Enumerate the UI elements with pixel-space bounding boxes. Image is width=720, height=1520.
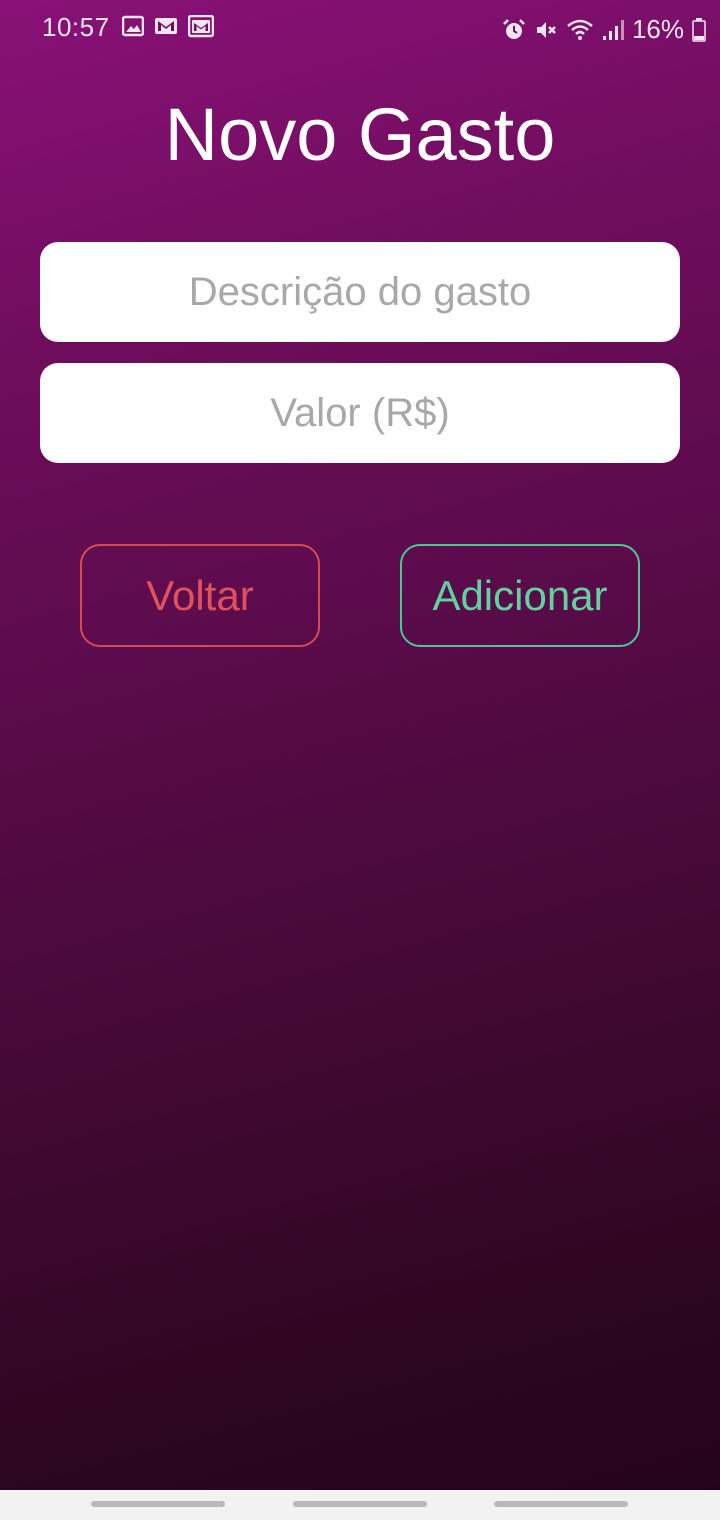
add-button-label: Adicionar [432,571,608,619]
add-button[interactable]: Adicionar [400,544,640,647]
gmail-icon [154,15,178,39]
page-title: Novo Gasto [164,93,556,176]
gmail-stack-icon [188,15,214,39]
wifi-icon [566,18,594,42]
alarm-icon [502,18,526,42]
battery-level: 16% [631,14,684,44]
notification-icons [122,15,214,39]
mute-icon [534,18,558,42]
value-input[interactable] [40,363,680,463]
home-handle[interactable] [293,1501,427,1507]
navigation-bar [0,1490,720,1520]
back-button[interactable]: Voltar [80,544,320,647]
signal-icon [602,18,624,42]
back-handle[interactable] [494,1501,628,1507]
status-bar: 10:57 16% [0,0,720,56]
image-icon [122,15,144,39]
status-time: 10:57 [42,12,110,42]
system-icons: 16% [502,14,706,45]
back-button-label: Voltar [146,571,254,619]
battery-icon [692,17,706,42]
recent-apps-handle[interactable] [91,1501,225,1507]
description-input[interactable] [40,242,680,342]
